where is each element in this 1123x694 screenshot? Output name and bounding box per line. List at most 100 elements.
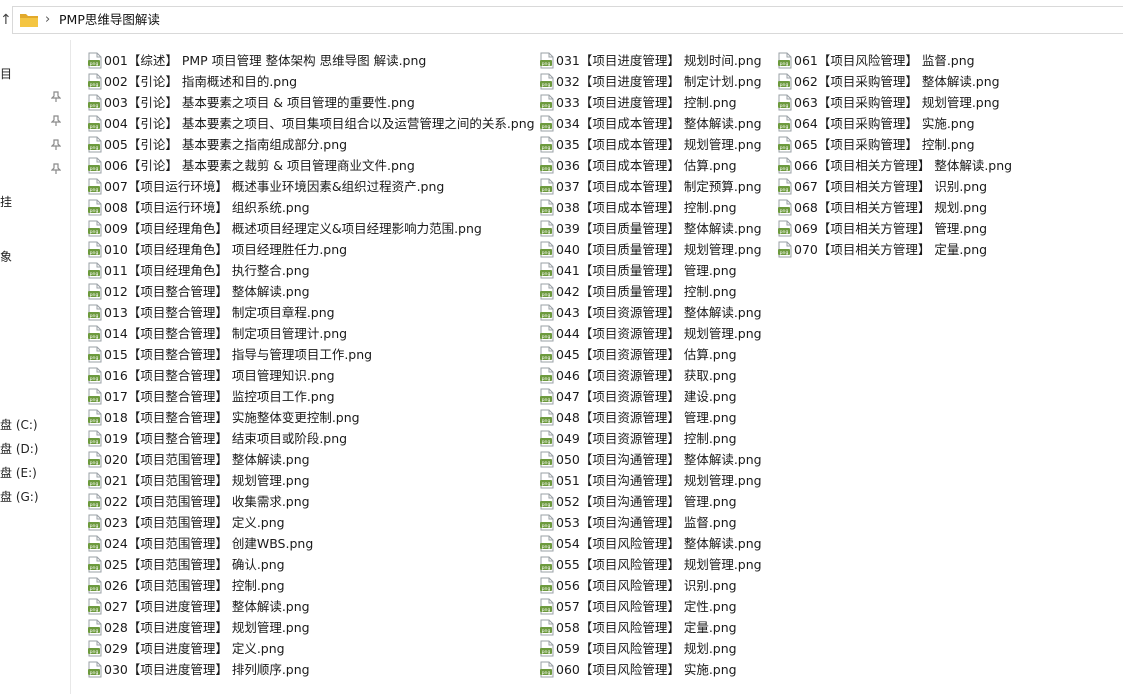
svg-text:png: png (542, 587, 551, 592)
breadcrumb-chevron-icon[interactable]: › (45, 10, 50, 30)
file-name: 044【项目资源管理】 规划管理.png (556, 326, 762, 341)
file-name: 019【项目整合管理】 结束项目或阶段.png (104, 431, 348, 446)
file-name: 047【项目资源管理】 建设.png (556, 389, 737, 404)
up-arrow-icon[interactable]: ↑ (0, 9, 12, 31)
svg-text:png: png (780, 125, 789, 130)
file-name: 046【项目资源管理】 获取.png (556, 368, 737, 383)
svg-text:png: png (542, 461, 551, 466)
file-name: 042【项目质量管理】 控制.png (556, 284, 737, 299)
png-file-icon: png (778, 199, 792, 216)
nav-drive-d[interactable]: 盘 (D:) (0, 440, 38, 457)
png-file-icon: png (540, 409, 554, 426)
svg-text:png: png (542, 545, 551, 550)
png-file-icon: png (88, 451, 102, 468)
png-file-icon: png (88, 241, 102, 258)
nav-drive-g[interactable]: 盘 (G:) (0, 488, 39, 505)
svg-text:png: png (780, 251, 789, 256)
png-file-icon: png (540, 157, 554, 174)
svg-text:png: png (90, 104, 99, 109)
nav-item-fragment[interactable]: 目 (0, 65, 12, 82)
png-file-icon: png (540, 388, 554, 405)
png-file-icon: png (540, 640, 554, 657)
svg-text:png: png (90, 461, 99, 466)
svg-text:png: png (780, 230, 789, 235)
png-file-icon: png (88, 472, 102, 489)
file-name: 011【项目经理角色】 执行整合.png (104, 263, 310, 278)
png-file-icon: png (88, 178, 102, 195)
svg-text:png: png (780, 146, 789, 151)
pane-divider[interactable] (70, 40, 71, 694)
svg-text:png: png (542, 188, 551, 193)
svg-text:png: png (542, 440, 551, 445)
svg-text:png: png (542, 356, 551, 361)
svg-text:png: png (542, 671, 551, 676)
file-name: 031【项目进度管理】 规划时间.png (556, 53, 762, 68)
pin-icon[interactable] (51, 139, 61, 151)
png-file-icon: png (778, 220, 792, 237)
png-file-icon: png (540, 262, 554, 279)
pin-icon[interactable] (51, 115, 61, 127)
file-name: 067【项目相关方管理】 识别.png (794, 179, 988, 194)
png-file-icon: png (540, 283, 554, 300)
svg-text:png: png (90, 146, 99, 151)
file-name: 035【项目成本管理】 规划管理.png (556, 137, 762, 152)
svg-text:png: png (542, 251, 551, 256)
svg-text:png: png (542, 524, 551, 529)
pin-icon[interactable] (51, 91, 61, 103)
file-name: 053【项目沟通管理】 监督.png (556, 515, 737, 530)
svg-text:png: png (542, 377, 551, 382)
png-file-icon: png (88, 598, 102, 615)
svg-text:png: png (542, 650, 551, 655)
png-file-icon: png (540, 178, 554, 195)
file-name: 062【项目采购管理】 整体解读.png (794, 74, 1000, 89)
png-file-icon: png (540, 136, 554, 153)
png-file-icon: png (778, 73, 792, 90)
svg-text:png: png (90, 482, 99, 487)
svg-text:png: png (542, 104, 551, 109)
address-bar: ↑ › PMP思维导图解读 (0, 0, 1123, 40)
file-name: 059【项目风险管理】 规划.png (556, 641, 737, 656)
file-name: 027【项目进度管理】 整体解读.png (104, 599, 310, 614)
png-file-icon: png (540, 556, 554, 573)
svg-text:png: png (90, 356, 99, 361)
file-name: 001【综述】 PMP 项目管理 整体架构 思维导图 解读.png (104, 53, 427, 68)
file-name: 048【项目资源管理】 管理.png (556, 410, 737, 425)
address-path-box[interactable]: › PMP思维导图解读 (12, 6, 1123, 34)
svg-text:png: png (90, 272, 99, 277)
svg-text:png: png (780, 62, 789, 67)
png-file-icon: png (88, 157, 102, 174)
png-file-icon: png (540, 367, 554, 384)
nav-item-fragment[interactable]: 挂 (0, 193, 12, 210)
nav-drive-c[interactable]: 盘 (C:) (0, 416, 38, 433)
png-file-icon: png (778, 52, 792, 69)
png-file-icon: png (88, 94, 102, 111)
svg-text:png: png (542, 419, 551, 424)
png-file-icon: png (88, 556, 102, 573)
file-name: 025【项目范围管理】 确认.png (104, 557, 285, 572)
svg-text:png: png (90, 524, 99, 529)
svg-text:png: png (90, 314, 99, 319)
svg-text:png: png (542, 482, 551, 487)
file-name: 040【项目质量管理】 规划管理.png (556, 242, 762, 257)
png-file-icon: png (540, 514, 554, 531)
file-name: 050【项目沟通管理】 整体解读.png (556, 452, 762, 467)
png-file-icon: png (88, 430, 102, 447)
file-name: 058【项目风险管理】 定量.png (556, 620, 737, 635)
png-file-icon: png (88, 304, 102, 321)
png-file-icon: png (88, 220, 102, 237)
file-name: 069【项目相关方管理】 管理.png (794, 221, 988, 236)
svg-text:png: png (542, 230, 551, 235)
navigation-pane: 目 挂 象 盘 (C:) 盘 (D:) 盘 (E:) 盘 (G:) (0, 40, 72, 694)
nav-item-fragment[interactable]: 象 (0, 248, 12, 265)
png-file-icon: png (88, 535, 102, 552)
png-file-icon: png (540, 52, 554, 69)
svg-text:png: png (542, 503, 551, 508)
nav-drive-e[interactable]: 盘 (E:) (0, 464, 37, 481)
file-name: 030【项目进度管理】 排列顺序.png (104, 662, 310, 677)
file-name: 009【项目经理角色】 概述项目经理定义&项目经理影响力范围.png (104, 221, 482, 236)
pin-icon[interactable] (51, 163, 61, 175)
breadcrumb-current-folder[interactable]: PMP思维导图解读 (59, 10, 160, 30)
svg-text:png: png (542, 335, 551, 340)
svg-text:png: png (542, 566, 551, 571)
png-file-icon: png (540, 199, 554, 216)
